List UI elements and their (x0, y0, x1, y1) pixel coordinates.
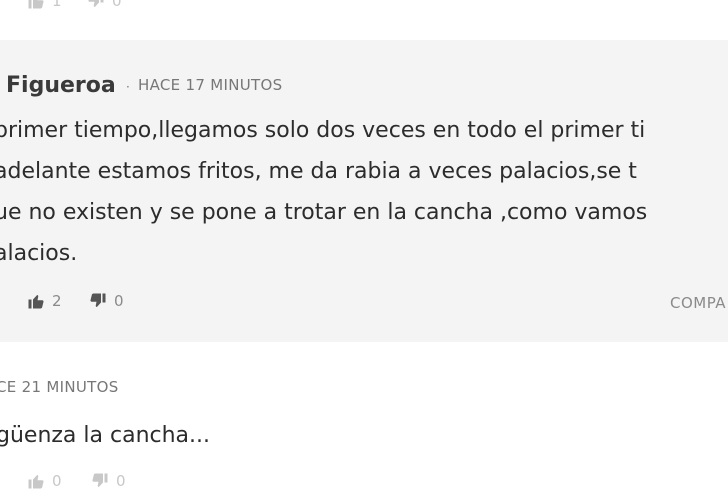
like-button[interactable]: 1 (26, 0, 62, 10)
dislike-button[interactable]: 0 (86, 0, 122, 10)
dislike-button[interactable]: 0 (90, 472, 126, 490)
previous-comment-footer: 1 0 (0, 0, 728, 38)
thumbs-up-icon (28, 475, 44, 489)
comment-text-line: primer tiempo,llegamos solo dos veces en… (0, 118, 646, 143)
thumbs-down-icon (90, 293, 106, 307)
dislike-button[interactable]: 0 (88, 292, 124, 310)
thumbs-up-icon (28, 295, 44, 309)
comment-author[interactable]: Figueroa (6, 73, 116, 98)
comment-text-line: adelante estamos fritos, me da rabia a v… (0, 159, 637, 184)
share-button[interactable]: COMPA (670, 294, 726, 312)
dislike-count: 0 (114, 292, 124, 310)
thumbs-down-icon (88, 0, 104, 7)
thumbs-down-icon (92, 473, 108, 487)
comment-text-line: ue no existen y se pone a trotar en la c… (0, 200, 648, 225)
comment-timestamp: HACE 17 MINUTOS (138, 76, 283, 94)
like-count: 0 (52, 472, 62, 490)
dislike-count: 0 (112, 0, 122, 10)
meta-separator: · (126, 80, 130, 94)
dislike-count: 0 (116, 472, 126, 490)
comment-text-line: alacios. (0, 241, 78, 266)
comment-text-line: güenza la cancha... (0, 423, 211, 448)
like-button[interactable]: 2 (26, 292, 62, 310)
comment-card (0, 342, 728, 488)
like-count: 2 (52, 292, 62, 310)
like-button[interactable]: 0 (26, 472, 62, 490)
like-count: 1 (52, 0, 62, 10)
comment-timestamp: CE 21 MINUTOS (0, 378, 119, 396)
thumbs-up-icon (28, 0, 44, 9)
